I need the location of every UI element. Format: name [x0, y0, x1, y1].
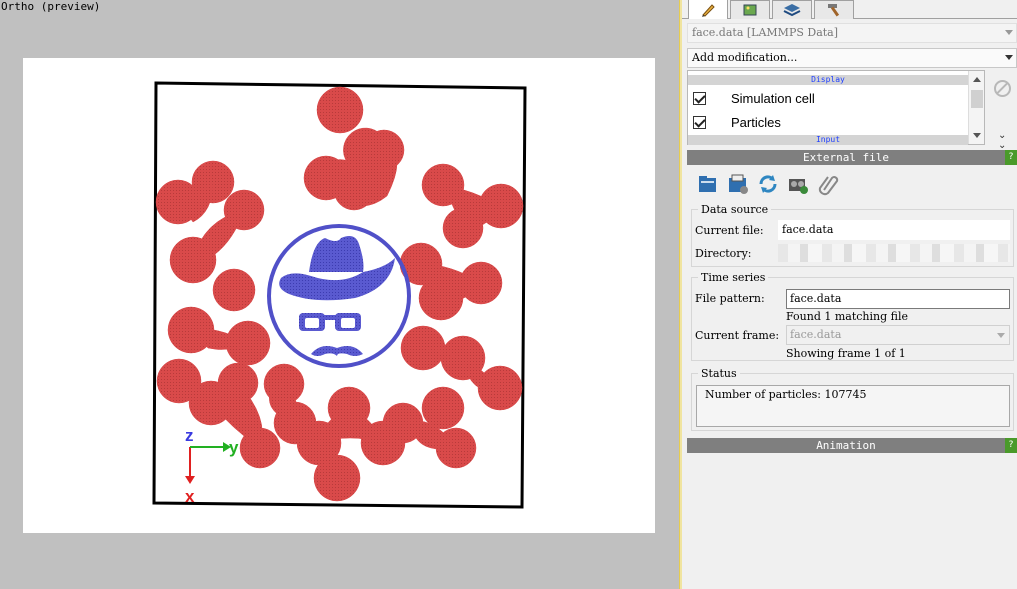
pencil-icon: [702, 3, 715, 17]
pipeline-list[interactable]: Display Simulation cell Particles Input: [687, 70, 985, 145]
current-file-value: face.data: [778, 220, 1010, 240]
blue-emblem: [267, 224, 411, 368]
current-frame-combo[interactable]: face.data: [786, 325, 1010, 345]
pick-local-file-icon[interactable]: [696, 172, 720, 196]
data-source-combo-value: face.data [LAMMPS Data]: [692, 26, 839, 39]
layers-icon: [783, 4, 801, 17]
chevron-down-icon: [1005, 55, 1013, 60]
axis-z-label: z: [185, 426, 194, 445]
chevron-down-icon: [997, 333, 1005, 338]
status-text-box: Number of particles: 107745: [696, 385, 1010, 427]
reload-icon[interactable]: [756, 172, 780, 196]
data-source-legend: Data source: [701, 203, 769, 216]
pipeline-scrollbar[interactable]: [968, 71, 984, 144]
current-frame-value: face.data: [790, 328, 842, 341]
viewport-caption[interactable]: Ortho (preview): [1, 0, 100, 13]
data-source-combo[interactable]: face.data [LAMMPS Data]: [687, 23, 1017, 43]
particle-scene: z y x: [152, 81, 527, 509]
pipeline-item-particles[interactable]: Particles: [690, 112, 966, 132]
hammer-icon: [828, 4, 840, 17]
time-series-legend: Time series: [701, 271, 766, 284]
external-file-help-button[interactable]: ?: [1005, 150, 1017, 165]
tab-overlays[interactable]: [772, 0, 812, 19]
file-pattern-label: File pattern:: [695, 292, 765, 305]
axis-y-label: y: [229, 438, 239, 457]
image-icon: [743, 4, 757, 16]
category-display-header: Display: [688, 75, 968, 85]
tab-utilities[interactable]: [814, 0, 854, 19]
pipeline-item-label: Simulation cell: [731, 90, 815, 106]
panel-tabs: [682, 0, 1017, 19]
chevron-down-icon: [1005, 30, 1013, 35]
add-modification-label: Add modification...: [692, 51, 798, 64]
tab-render[interactable]: [730, 0, 770, 19]
pipeline-item-simulation-cell[interactable]: Simulation cell: [690, 88, 966, 108]
pipeline-item-label: Particles: [731, 114, 781, 130]
current-file-label: Current file:: [695, 224, 764, 237]
animation-help-button[interactable]: ?: [1005, 438, 1017, 453]
viewport[interactable]: Ortho (preview) z y x: [0, 0, 679, 589]
current-frame-label: Current frame:: [695, 329, 780, 342]
directory-value-redacted: [778, 244, 1010, 262]
external-file-title[interactable]: External file: [687, 150, 1005, 165]
external-file-toolbar: [696, 172, 840, 196]
axis-tripod: z y x: [185, 426, 239, 506]
tab-modify[interactable]: [688, 0, 728, 19]
directory-label: Directory:: [695, 247, 752, 260]
animation-title[interactable]: Animation: [687, 438, 1005, 453]
status-text: Number of particles: 107745: [705, 388, 867, 401]
add-modification-combo[interactable]: Add modification...: [687, 48, 1017, 68]
attach-icon[interactable]: [816, 172, 840, 196]
axis-x-label: x: [185, 487, 195, 506]
status-legend: Status: [701, 367, 737, 380]
matching-files-text: Found 1 matching file: [786, 310, 909, 323]
scan-frames-icon[interactable]: [786, 172, 810, 196]
scroll-thumb[interactable]: [971, 90, 983, 108]
file-pattern-input[interactable]: face.data: [786, 289, 1010, 309]
scroll-up-icon[interactable]: [973, 77, 981, 82]
simulation-cell-checkbox[interactable]: [693, 91, 706, 105]
category-input-header: Input: [688, 135, 968, 145]
showing-frame-text: Showing frame 1 of 1: [786, 347, 906, 360]
delete-modifier-button[interactable]: [994, 80, 1011, 97]
pick-remote-file-icon[interactable]: [726, 172, 750, 196]
scroll-down-icon[interactable]: [973, 133, 981, 138]
particles-checkbox[interactable]: [693, 115, 706, 129]
render-area[interactable]: z y x: [23, 58, 655, 533]
command-panel: face.data [LAMMPS Data] Add modification…: [682, 0, 1017, 589]
expand-pipeline-icon[interactable]: ⌄ ⌄: [998, 131, 1006, 151]
